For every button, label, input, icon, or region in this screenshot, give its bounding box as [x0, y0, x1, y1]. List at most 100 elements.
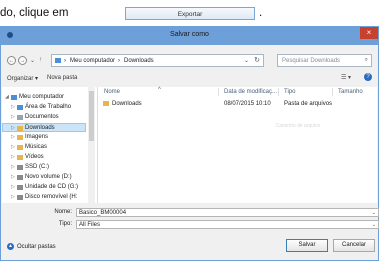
- instruction-text: do, clique em: [0, 7, 69, 19]
- hide-folders-label: Ocultar pastas: [17, 244, 56, 251]
- export-button[interactable]: Exportar: [125, 7, 255, 20]
- column-header-name[interactable]: Nome: [104, 89, 120, 95]
- type-label: Tipo:: [58, 221, 72, 227]
- tree-item-area-de-trabalho[interactable]: ▷ Área de Trabalho: [2, 103, 86, 112]
- file-type: Pasta de arquivos: [284, 101, 333, 107]
- expand-icon[interactable]: ▷: [11, 134, 15, 140]
- chevron-down-icon[interactable]: ⌄: [372, 209, 376, 217]
- tree-item-label: Novo volume (D:): [25, 174, 72, 180]
- navigation-scrollbar[interactable]: [88, 87, 95, 203]
- desktop-icon: [17, 105, 23, 110]
- organize-menu[interactable]: Organizar ▾: [7, 75, 38, 82]
- dialog-title: Salvar como: [170, 31, 209, 38]
- address-segment-computer[interactable]: Meu computador: [70, 58, 115, 64]
- column-separator[interactable]: [218, 88, 219, 96]
- toolbar: Organizar ▾ Nova pasta ☰ ▾ ?: [7, 73, 372, 84]
- downloads-icon: [17, 126, 23, 131]
- tree-item-label: Unidade de CD (G:): [25, 184, 79, 190]
- scrollbar-thumb[interactable]: [89, 91, 94, 141]
- folder-icon: [55, 58, 61, 63]
- tree-item-documentos[interactable]: ▷ Documentos: [2, 113, 86, 122]
- up-arrow-icon[interactable]: ↑: [39, 57, 42, 63]
- tree-item-label: Músicas: [25, 144, 48, 150]
- chevron-down-icon[interactable]: ⌄: [372, 221, 376, 229]
- videos-icon: [17, 155, 23, 160]
- expand-icon[interactable]: ▷: [11, 184, 15, 190]
- tree-item-label: Vídeos: [25, 154, 44, 160]
- tree-item-unidade-cd[interactable]: ▷ Unidade de CD (G:): [2, 183, 86, 192]
- address-dropdown-icon[interactable]: ⌄: [244, 57, 249, 64]
- filename-input[interactable]: Basico_BM00004 ⌄: [76, 208, 379, 217]
- close-button[interactable]: ×: [360, 27, 378, 39]
- column-separator[interactable]: [278, 88, 279, 96]
- expand-icon[interactable]: ▷: [11, 154, 15, 160]
- expand-icon[interactable]: ▷: [11, 104, 15, 110]
- column-header-date[interactable]: Data de modificaç...: [224, 89, 277, 95]
- instruction-period: .: [259, 7, 263, 19]
- column-header-size[interactable]: Tamanho: [338, 89, 363, 95]
- tree-item-label: Área de Trabalho: [25, 104, 72, 110]
- back-button[interactable]: ←: [7, 56, 16, 65]
- navigation-pane: ◢ Meu computador ▷ Área de Trabalho ▷ Do…: [2, 87, 98, 203]
- search-icon[interactable]: ⌕: [365, 57, 368, 64]
- search-input[interactable]: Pesquisar Downloads ⌕: [277, 54, 372, 67]
- folder-icon: [103, 101, 109, 106]
- expand-icon[interactable]: ▷: [11, 194, 15, 200]
- new-folder-button[interactable]: Nova pasta: [47, 75, 77, 81]
- title-bar[interactable]: Salvar como ×: [1, 27, 378, 45]
- expand-icon[interactable]: ◢: [5, 94, 9, 100]
- instruction-line: do, clique em Exportar .: [0, 4, 379, 22]
- file-list: Nome ^ Data de modificaç... Tipo Tamanho…: [98, 87, 377, 203]
- expand-icon[interactable]: ▷: [11, 174, 15, 180]
- tree-item-imagens[interactable]: ▷ Imagens: [2, 133, 86, 142]
- file-date: 08/07/2015 10:10: [224, 101, 271, 107]
- documents-icon: [17, 115, 23, 120]
- music-icon: [17, 145, 23, 150]
- tree-item-meu-computador[interactable]: ◢ Meu computador: [2, 93, 86, 102]
- filetype-value: All Files: [79, 222, 101, 228]
- tree-item-downloads[interactable]: ▷ Downloads: [2, 123, 86, 132]
- drive-icon: [17, 165, 23, 170]
- navigation-bar: ← → ⌄ ↑ › Meu computador › Downloads ⌄ ↻…: [7, 54, 372, 68]
- forward-button[interactable]: →: [18, 56, 27, 65]
- address-bar[interactable]: › Meu computador › Downloads ⌄ ↻: [51, 54, 264, 67]
- tree-item-label: Documentos: [25, 114, 59, 120]
- drive-icon: [17, 175, 23, 180]
- tree-item-label: SSD (C:): [25, 164, 49, 170]
- address-segment-downloads[interactable]: Downloads: [124, 58, 154, 64]
- expand-icon[interactable]: ▷: [11, 114, 15, 120]
- computer-icon: [11, 95, 17, 100]
- tree-item-label: Meu computador: [19, 94, 65, 100]
- file-row[interactable]: Downloads 08/07/2015 10:10 Pasta de arqu…: [98, 100, 377, 109]
- tree-item-videos[interactable]: ▷ Vídeos: [2, 153, 86, 162]
- filetype-select[interactable]: All Files ⌄: [76, 220, 379, 229]
- column-separator[interactable]: [332, 88, 333, 96]
- sort-indicator-icon: ^: [158, 87, 161, 93]
- refresh-icon[interactable]: ↻: [254, 56, 260, 64]
- expand-icon[interactable]: ▷: [11, 144, 15, 150]
- save-as-dialog: Salvar como × ← → ⌄ ↑ › Meu computador ›…: [0, 26, 379, 261]
- expand-icon[interactable]: ▷: [11, 125, 15, 131]
- view-options-icon[interactable]: ☰ ▾: [341, 74, 351, 81]
- save-form: Nome: Basico_BM00004 ⌄ Tipo: All Files ⌄…: [2, 206, 379, 260]
- cancel-button[interactable]: Cancelar: [333, 239, 375, 252]
- save-button[interactable]: Salvar: [286, 239, 328, 252]
- hide-folders-button[interactable]: ▲ Ocultar pastas: [7, 243, 56, 250]
- tree-item-label: Downloads: [25, 125, 55, 131]
- search-placeholder: Pesquisar Downloads: [282, 58, 341, 64]
- help-icon[interactable]: ?: [364, 73, 372, 81]
- recent-locations-icon[interactable]: ⌄: [30, 57, 35, 64]
- removable-drive-icon: [17, 195, 23, 200]
- tree-item-label: Imagens: [25, 134, 49, 140]
- column-header-type[interactable]: Tipo: [284, 89, 295, 95]
- collapse-icon: ▲: [7, 243, 14, 250]
- tree-item-novo-volume[interactable]: ▷ Novo volume (D:): [2, 173, 86, 182]
- name-label: Nome:: [54, 209, 72, 215]
- tree-item-disco-removivel[interactable]: ▷ Disco removível (H:: [2, 193, 86, 202]
- address-separator: ›: [118, 58, 120, 64]
- cd-drive-icon: [17, 185, 23, 190]
- tree-item-ssd[interactable]: ▷ SSD (C:): [2, 163, 86, 172]
- expand-icon[interactable]: ▷: [11, 164, 15, 170]
- pictures-icon: [17, 135, 23, 140]
- tree-item-musicas[interactable]: ▷ Músicas: [2, 143, 86, 152]
